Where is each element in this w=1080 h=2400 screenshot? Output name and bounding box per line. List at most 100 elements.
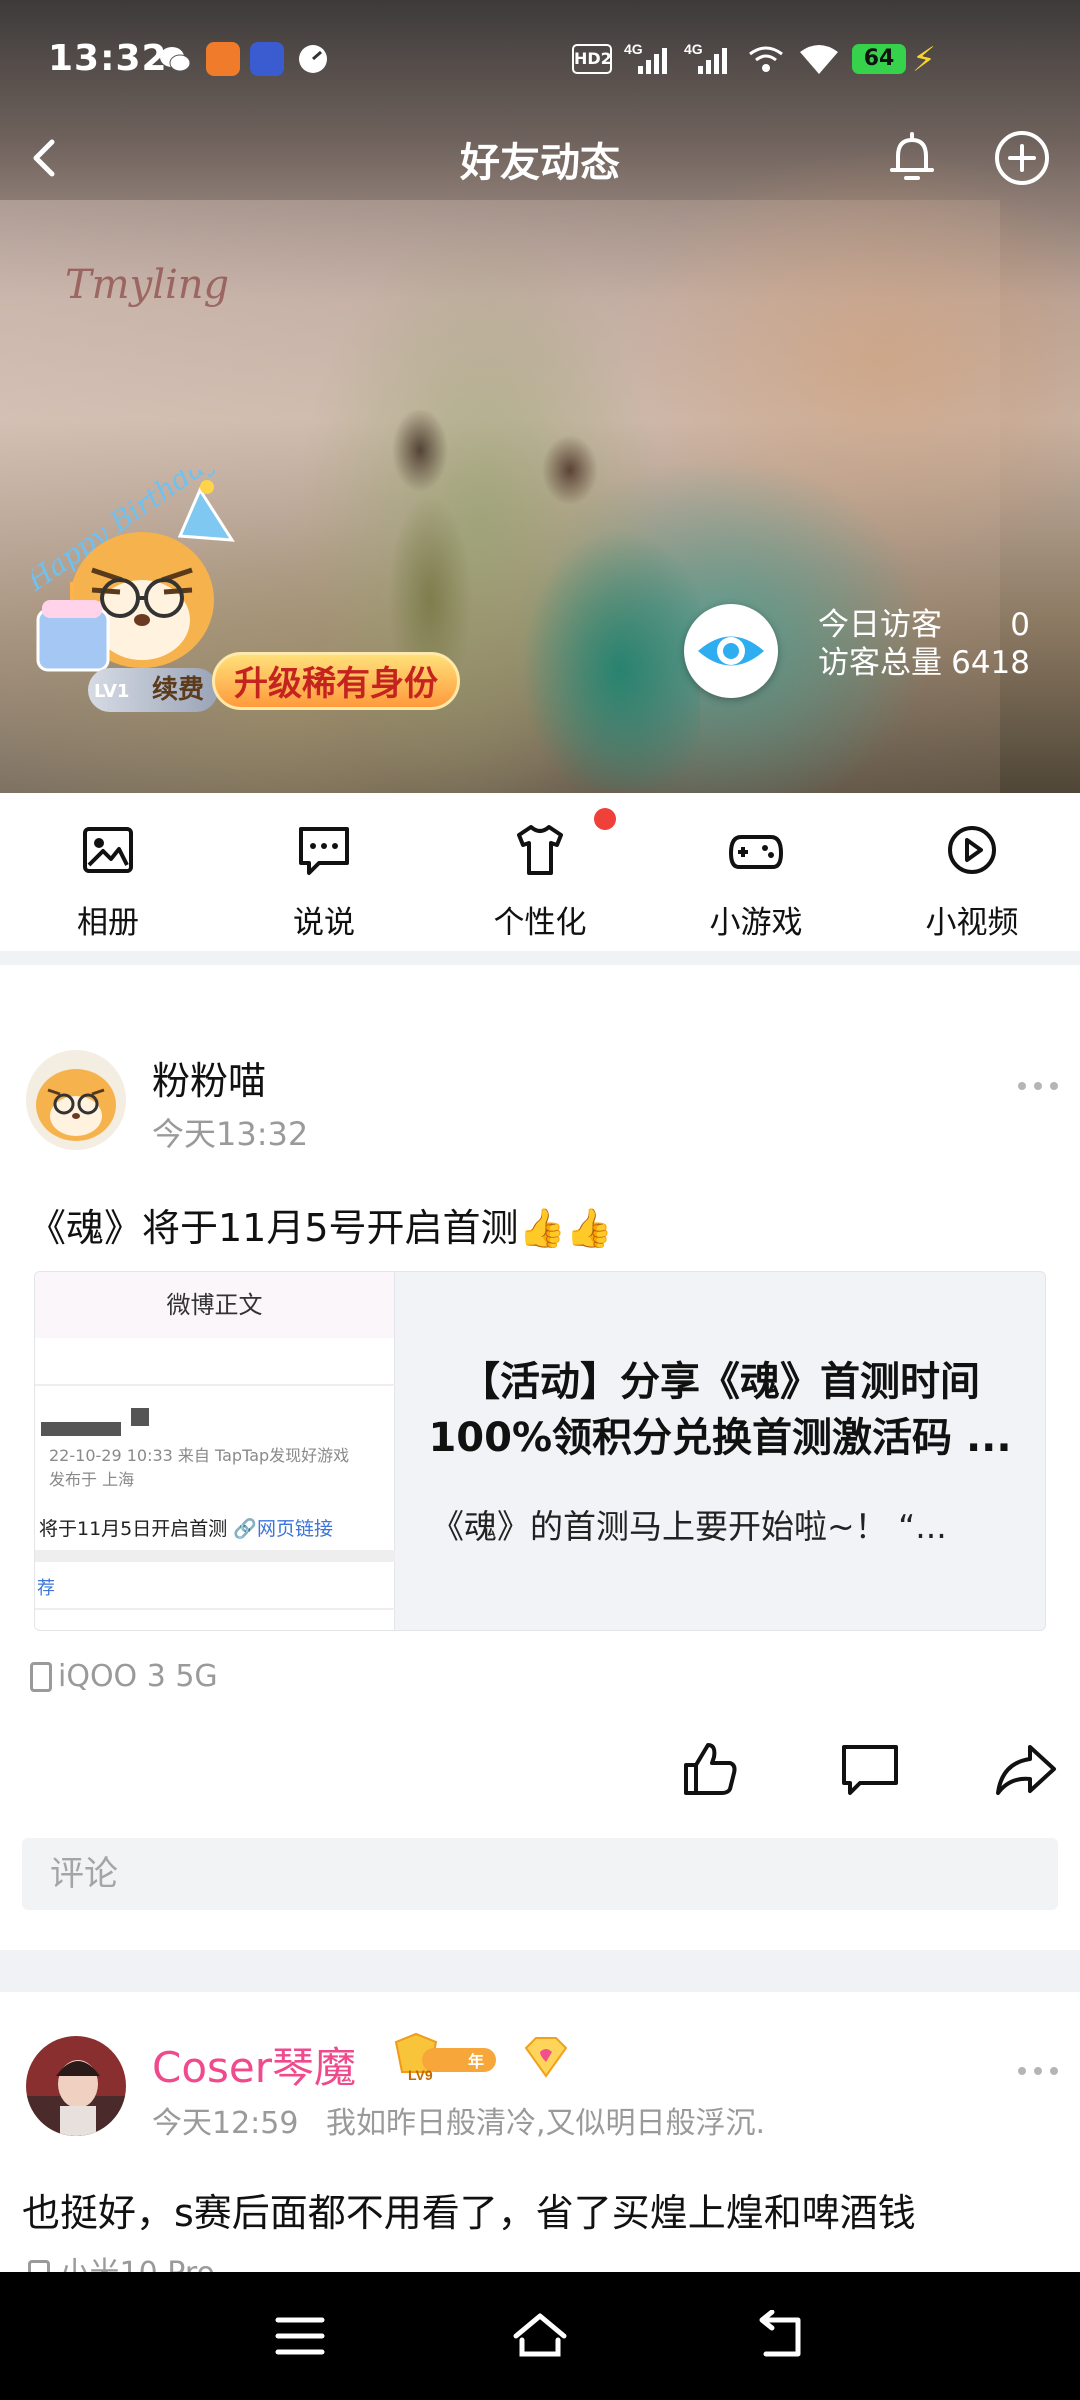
status-bar: 13:32 HD2 4G 4G 64 ⚡ — [0, 0, 1080, 122]
thumb-text-body: 将于11月5日开启首测 — [39, 1518, 228, 1540]
post-device: iQOO 3 5G — [30, 1659, 218, 1694]
vip-year-text: 年 — [468, 2052, 484, 2071]
level-number: LV1 — [94, 681, 130, 702]
action-shuoshuo[interactable]: 说说 — [244, 821, 404, 942]
device-name: 小米10 Pro — [60, 2256, 215, 2272]
home-icon[interactable] — [510, 2310, 570, 2362]
upgrade-identity-button[interactable]: 升级稀有身份 — [212, 652, 460, 710]
bell-icon[interactable] — [880, 126, 944, 190]
hotspot-icon — [746, 42, 786, 76]
thumb-divider — [35, 1608, 395, 1610]
charging-bolt-icon: ⚡ — [912, 40, 936, 80]
svg-text:4G: 4G — [684, 41, 703, 57]
post-time: 今天12:59 — [152, 2106, 299, 2141]
action-personalize[interactable]: 个性化 — [460, 821, 620, 942]
share-thumbnail: 微博正文 22-10-29 10:33 来自 TapTap发现好游戏 发布于 上… — [35, 1272, 395, 1630]
action-mini-games[interactable]: 小游戏 — [676, 821, 836, 942]
action-photo-album[interactable]: 相册 — [28, 821, 188, 942]
action-label: 说说 — [293, 905, 355, 941]
menu-icon[interactable] — [270, 2310, 330, 2362]
thumb-rec: 荐 — [37, 1578, 55, 1599]
thumb-meta-line: 发布于 上海 — [49, 1470, 135, 1489]
hd-icon: HD2 — [572, 44, 612, 74]
thumb-meta: 22-10-29 10:33 来自 TapTap发现好游戏 发布于 上海 — [49, 1444, 349, 1492]
total-visitors-label: 访客总量 — [818, 645, 942, 681]
thumb-header: 微博正文 — [35, 1272, 394, 1338]
feed-post: 粉粉喵 今天13:32 《魂》将于11月5号开启首测👍👍 微博正文 22-10-… — [0, 965, 1080, 1950]
top-nav: 好友动态 — [0, 122, 1080, 196]
app-notification-icon-2 — [250, 42, 284, 76]
visitor-eye-button[interactable] — [684, 604, 778, 698]
thumb-redaction — [41, 1422, 121, 1436]
system-navigation-bar — [0, 2272, 1080, 2400]
post-author-name[interactable]: 粉粉喵 — [152, 1050, 266, 1105]
post-content: 也挺好，s赛后面都不用看了，省了买煌上煌和啤酒钱 — [22, 2191, 916, 2235]
post-author-avatar[interactable] — [26, 1050, 126, 1150]
level-tag[interactable]: LV1 续费 — [88, 668, 218, 712]
battery-indicator: 64 — [852, 44, 906, 74]
cover-couple-figure — [360, 410, 700, 790]
share-title: 【活动】分享《魂》首测时间100%领积分兑换首测激活码 ... — [428, 1359, 1012, 1461]
visitor-stats[interactable]: 今日访客 0 访客总量 6418 — [818, 606, 1030, 682]
more-options-icon[interactable] — [1016, 1077, 1060, 1090]
status-time: 13:32 — [48, 38, 168, 79]
speed-icon — [296, 42, 330, 76]
play-circle-icon — [948, 826, 996, 874]
phone-icon — [28, 2259, 50, 2272]
thumb-meta-line: 22-10-29 10:33 来自 TapTap发现好游戏 — [49, 1446, 350, 1465]
signal-4g-icon-2: 4G — [684, 40, 732, 76]
chat-bubble-icon — [299, 827, 349, 875]
action-label: 小视频 — [925, 905, 1019, 941]
action-label: 个性化 — [493, 905, 587, 941]
action-label: 相册 — [77, 905, 139, 941]
author-signature: 我如昨日般清冷,又似明日般浮沉. — [326, 2106, 766, 2141]
post-time-and-signature: 今天12:59 我如昨日般清冷,又似明日般浮沉. — [152, 2098, 765, 2142]
action-mini-videos[interactable]: 小视频 — [892, 821, 1052, 942]
today-visitors-row: 今日访客 0 — [818, 606, 1030, 644]
vip-level-badge: LV9 年 — [382, 2032, 500, 2084]
share-subtitle: 《魂》的首测马上要开始啦~！ “... — [431, 1507, 947, 1546]
today-visitors-value: 0 — [1010, 607, 1030, 643]
wifi-icon — [798, 42, 840, 76]
thumb-divider — [35, 1550, 395, 1562]
plus-circle-icon[interactable] — [990, 126, 1054, 190]
phone-icon — [30, 1661, 52, 1692]
vip-level-text: LV9 — [408, 2067, 433, 2083]
share-icon[interactable] — [994, 1737, 1058, 1801]
like-icon[interactable] — [678, 1737, 742, 1801]
thumb-redaction-2 — [131, 1408, 149, 1426]
svg-text:4G: 4G — [624, 41, 643, 57]
section-divider — [0, 951, 1080, 965]
wechat-icon — [158, 42, 192, 76]
diamond-icon — [520, 2036, 572, 2078]
post-content: 《魂》将于11月5号开启首测👍👍 — [28, 1206, 614, 1250]
post-author-name[interactable]: Coser琴魔 — [152, 2034, 356, 2095]
total-visitors-value: 6418 — [951, 645, 1030, 681]
comment-icon[interactable] — [838, 1737, 902, 1801]
tshirt-icon — [517, 825, 563, 875]
post-device: 小米10 Pro — [28, 2248, 215, 2272]
action-label: 小游戏 — [709, 905, 803, 941]
more-options-icon[interactable] — [1016, 2062, 1060, 2075]
thumb-text: 将于11月5日开启首测 🔗网页链接 — [39, 1514, 333, 1541]
shared-link-card[interactable]: 微博正文 22-10-29 10:33 来自 TapTap发现好游戏 发布于 上… — [34, 1271, 1046, 1631]
feed-post: Coser琴魔 LV9 年 今天12:59 我如昨日般清冷,又似明日般浮沉. 也… — [0, 1992, 1080, 2272]
app-notification-icon — [206, 42, 240, 76]
total-visitors-row: 访客总量 6418 — [818, 644, 1030, 682]
thumb-divider — [35, 1384, 395, 1386]
back-icon[interactable] — [752, 2310, 812, 2362]
thumb-web-link: 🔗网页链接 — [233, 1518, 333, 1540]
quick-actions-bar: 相册 说说 个性化 小游戏 小视频 — [0, 793, 1080, 951]
notification-dot — [594, 808, 616, 830]
section-divider — [0, 1950, 1080, 1992]
comment-input[interactable]: 评论 — [22, 1838, 1058, 1910]
post-author-avatar[interactable] — [26, 2036, 126, 2136]
post-time: 今天13:32 — [152, 1115, 309, 1153]
gamepad-icon — [728, 835, 784, 869]
renew-label: 续费 — [151, 675, 204, 705]
photo-album-icon — [83, 827, 133, 873]
signal-4g-icon: 4G — [624, 40, 672, 76]
today-visitors-label: 今日访客 — [818, 607, 942, 643]
device-name: iQOO 3 5G — [58, 1659, 218, 1694]
cover-caption: Tmyling — [65, 262, 230, 308]
